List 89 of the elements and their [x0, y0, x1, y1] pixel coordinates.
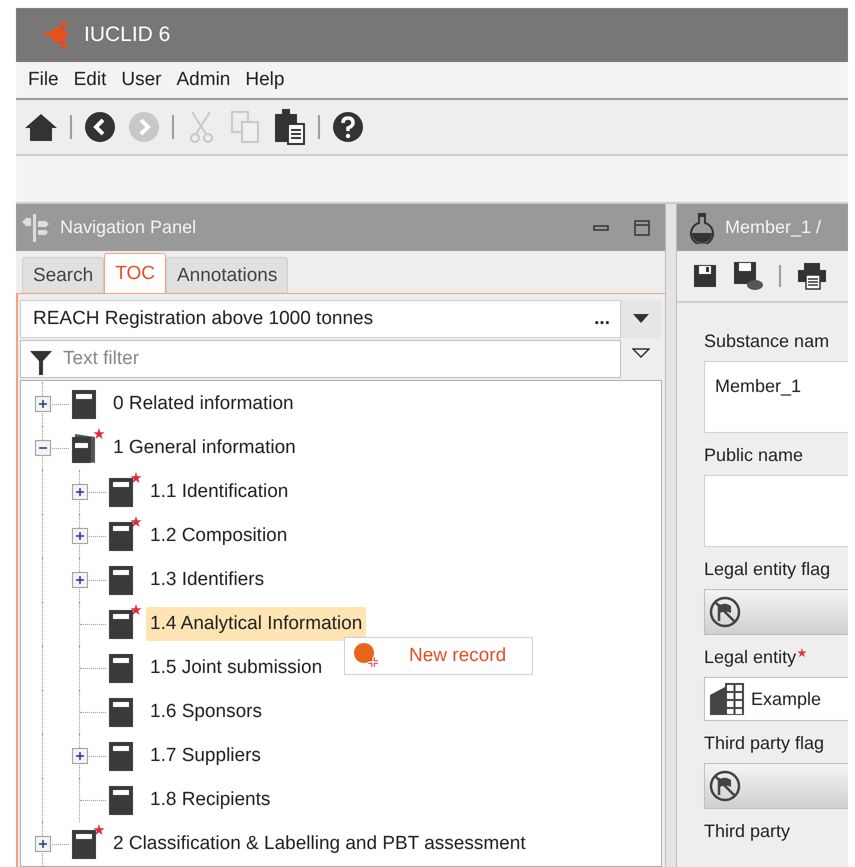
paste-button[interactable]	[274, 108, 306, 146]
home-icon	[24, 112, 58, 142]
menu-item[interactable]: File	[22, 67, 65, 93]
field-label: Third party flag	[704, 732, 826, 755]
tree-item[interactable]: 1.4 Analytical Information	[146, 607, 366, 641]
menu-item[interactable]: User	[115, 67, 168, 93]
field-label: Substance nam	[704, 330, 830, 352]
field-label: Legal entity	[704, 637, 848, 677]
copy-icon	[230, 110, 262, 144]
binder-icon	[71, 828, 97, 860]
building-icon	[709, 683, 745, 715]
binder-icon	[108, 652, 134, 684]
back-button[interactable]	[84, 111, 116, 143]
tab[interactable]: TOC	[104, 253, 166, 293]
tree-item[interactable]: 1.5 Joint submission	[146, 651, 326, 685]
tree-item[interactable]: 1 General information	[109, 431, 300, 465]
binder-icon	[71, 388, 97, 420]
maximize-button[interactable]	[633, 218, 651, 236]
expand-toggle[interactable]	[72, 748, 88, 764]
plus-icon	[73, 485, 87, 499]
minimize-icon	[593, 224, 609, 230]
panel-title: Navigation Panel	[60, 217, 196, 238]
tree-item[interactable]: 0 Related information	[109, 387, 298, 421]
legal-entity-field[interactable]: Example	[704, 677, 848, 721]
floppy-disk-comment-icon	[733, 261, 763, 291]
open-binder-icon	[71, 432, 97, 464]
field-label: Legal entity flag	[704, 558, 832, 581]
help-button[interactable]	[332, 111, 364, 143]
menu-item[interactable]: Edit	[68, 67, 112, 93]
editor-title: Member_1 /	[725, 217, 822, 238]
add-record-icon	[353, 642, 381, 670]
plus-icon	[36, 837, 50, 851]
signpost-icon	[20, 212, 50, 242]
binder-icon	[108, 564, 134, 596]
back-icon	[84, 111, 116, 143]
tree-item[interactable]: 1.3 Identifiers	[146, 563, 268, 597]
expand-toggle[interactable]	[72, 572, 88, 588]
printer-icon	[797, 262, 827, 290]
tree-item[interactable]: 1.2 Composition	[146, 519, 292, 553]
tree-item[interactable]: 1.7 Suppliers	[146, 739, 265, 773]
binder-icon	[108, 520, 134, 552]
flask-icon	[689, 212, 715, 244]
save-comment-button[interactable]	[733, 261, 763, 291]
plus-icon	[73, 529, 87, 543]
tree-item[interactable]: 1.6 Sponsors	[146, 695, 266, 729]
caret-icon	[632, 348, 650, 358]
filter-field[interactable]: Text filter	[20, 340, 621, 378]
caret-icon	[633, 314, 649, 324]
tab[interactable]: Annotations	[166, 257, 288, 293]
binder-icon	[108, 608, 134, 640]
no-flag-icon	[709, 596, 741, 628]
help-icon	[332, 111, 364, 143]
tab[interactable]: Search	[22, 257, 104, 293]
dropdown-button[interactable]	[621, 300, 661, 338]
flag-field[interactable]	[704, 763, 848, 809]
binder-icon	[108, 740, 134, 772]
plus-icon	[73, 749, 87, 763]
clipboard-icon	[274, 108, 306, 146]
expand-toggle[interactable]	[72, 528, 88, 544]
field-label: Public name	[704, 444, 804, 466]
plus-icon	[73, 573, 87, 587]
menu-item[interactable]: New record	[353, 642, 506, 670]
funnel-icon	[30, 349, 52, 375]
binder-icon	[108, 784, 134, 816]
expand-toggle[interactable]	[72, 484, 88, 500]
expand-toggle[interactable]	[35, 440, 51, 456]
forward-icon	[128, 111, 160, 143]
menu-item[interactable]: Admin	[170, 67, 236, 93]
plus-icon	[36, 397, 50, 411]
field-label: Third party	[704, 820, 792, 843]
tree-item[interactable]: 1.8 Recipients	[146, 783, 274, 817]
minimize-button[interactable]	[593, 224, 609, 230]
tree-item[interactable]: 2 Classification & Labelling and PBT assessment	[109, 827, 530, 861]
app-title: IUCLID 6	[84, 23, 170, 47]
text-field[interactable]	[704, 475, 848, 547]
expand-toggle[interactable]	[35, 396, 51, 412]
home-button[interactable]	[24, 112, 58, 142]
no-flag-icon	[709, 770, 741, 802]
flag-field[interactable]	[704, 589, 848, 635]
print-button[interactable]	[797, 262, 827, 290]
text-field[interactable]: Member_1	[704, 361, 848, 433]
save-button[interactable]	[693, 264, 717, 288]
menu-item[interactable]: Help	[239, 67, 290, 93]
binder-icon	[108, 476, 134, 508]
binder-icon	[108, 696, 134, 728]
expand-toggle[interactable]	[35, 836, 51, 852]
maximize-icon	[633, 218, 651, 236]
tree-item[interactable]: 1.1 Identification	[146, 475, 292, 509]
template-dropdown[interactable]: REACH Registration above 1000 tonnes ...	[20, 300, 621, 338]
